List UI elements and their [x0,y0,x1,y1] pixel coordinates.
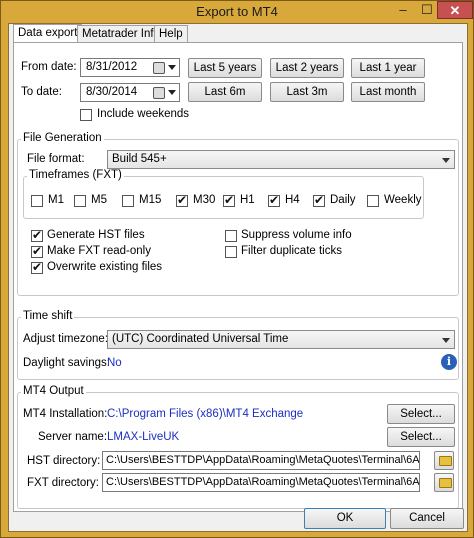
timeframe-h4-checkbox[interactable] [268,193,280,207]
last-month-button[interactable]: Last month [351,82,425,102]
daylight-savings-value[interactable]: No [107,357,122,369]
timeframe-m1-checkbox[interactable] [31,195,43,207]
last-6m-button[interactable]: Last 6m [188,82,262,102]
overwrite-existing-checkbox[interactable] [31,260,43,274]
maximize-button[interactable]: ☐ [415,1,439,19]
timeframe-weekly-checkbox[interactable] [367,195,379,207]
timeframes-legend: Timeframes (FXT) [27,169,124,181]
timeframe-m15-checkbox[interactable] [122,195,134,207]
file-format-label: File format: [27,153,85,165]
timezone-select[interactable]: (UTC) Coordinated Universal Time [107,330,455,349]
mt4-output-legend: MT4 Output [21,385,86,397]
export-window: Export to MT4 – ☐ ✕ Data export Metatrad… [0,0,474,538]
hst-directory-value: C:\Users\BESTTDP\AppData\Roaming\MetaQuo… [106,454,420,466]
from-date-label: From date: [21,61,77,73]
calendar-icon [153,62,165,74]
suppress-volume-label: Suppress volume info [241,229,352,241]
file-format-select[interactable]: Build 545+ [107,150,455,169]
time-shift-legend: Time shift [21,310,75,322]
timeframe-m30-checkbox[interactable] [176,193,188,207]
calendar-icon [153,87,165,99]
timeframe-h1-checkbox[interactable] [223,193,235,207]
data-export-panel: From date: 8/31/2012 To date: 8/30/2014 … [13,42,463,512]
tab-help[interactable]: Help [154,25,188,43]
chevron-down-icon [442,158,450,163]
generate-hst-label: Generate HST files [47,229,145,241]
last-5-years-button[interactable]: Last 5 years [188,58,262,78]
from-date-picker[interactable]: 8/31/2012 [80,58,180,77]
select-installation-button[interactable]: Select... [387,404,455,424]
make-fxt-read-only-checkbox[interactable] [31,244,43,258]
overwrite-existing-label: Overwrite existing files [47,261,163,273]
close-button[interactable]: ✕ [437,1,473,19]
to-date-picker[interactable]: 8/30/2014 [80,83,180,102]
filter-duplicate-ticks-checkbox[interactable] [225,246,237,258]
timeframe-h4-label: H4 [285,194,300,206]
server-name-label: Server name: [38,431,108,443]
tab-metatrader-info[interactable]: Metatrader Info [77,25,165,43]
browse-hst-button[interactable] [434,451,454,470]
mt4-installation-value: C:\Program Files (x86)\MT4 Exchange [107,408,304,420]
fxt-directory-field[interactable]: C:\Users\BESTTDP\AppData\Roaming\MetaQuo… [102,473,420,492]
timeframe-daily-checkbox[interactable] [313,193,325,207]
last-2-years-button[interactable]: Last 2 years [270,58,344,78]
filter-duplicate-ticks-label: Filter duplicate ticks [241,245,342,257]
server-name-value: LMAX-LiveUK [107,431,180,443]
timezone-value: (UTC) Coordinated Universal Time [112,333,289,345]
ok-button[interactable]: OK [304,508,386,529]
hst-directory-field[interactable]: C:\Users\BESTTDP\AppData\Roaming\MetaQuo… [102,451,420,470]
file-format-value: Build 545+ [112,153,167,165]
fxt-directory-value: C:\Users\BESTTDP\AppData\Roaming\MetaQuo… [106,476,420,488]
daylight-savings-label: Daylight savings: [23,357,110,369]
chevron-down-icon [168,65,176,70]
chevron-down-icon [442,338,450,343]
browse-fxt-button[interactable] [434,473,454,492]
folder-icon [439,456,452,466]
make-fxt-read-only-label: Make FXT read-only [47,245,151,257]
dialog-body: Data export Metatrader Info Help From da… [8,23,468,532]
mt4-installation-label: MT4 Installation: [23,408,108,420]
include-weekends-label: Include weekends [97,108,190,120]
to-date-label: To date: [21,86,62,98]
include-weekends-checkbox[interactable] [80,109,92,121]
last-3m-button[interactable]: Last 3m [270,82,344,102]
timeframe-m5-label: M5 [91,194,107,206]
hst-directory-label: HST directory: [27,455,101,467]
timeframe-weekly-label: Weekly [384,194,422,206]
tab-data-export[interactable]: Data export [13,24,83,44]
fxt-directory-label: FXT directory: [27,477,99,489]
timeframe-m30-label: M30 [193,194,216,206]
timeframe-m5-checkbox[interactable] [74,195,86,207]
select-server-button[interactable]: Select... [387,427,455,447]
timeframe-m1-label: M1 [48,194,64,206]
last-1-year-button[interactable]: Last 1 year [351,58,425,78]
generate-hst-checkbox[interactable] [31,228,43,242]
title-bar[interactable]: Export to MT4 – ☐ ✕ [1,1,473,23]
folder-icon [439,478,452,488]
info-icon[interactable]: i [441,354,457,370]
file-generation-legend: File Generation [21,132,104,144]
cancel-button[interactable]: Cancel [390,508,464,529]
from-date-value: 8/31/2012 [86,61,138,73]
minimize-button[interactable]: – [391,1,415,19]
to-date-value: 8/30/2014 [86,86,138,98]
chevron-down-icon [168,90,176,95]
suppress-volume-checkbox[interactable] [225,230,237,242]
timeframe-h1-label: H1 [240,194,255,206]
timeframe-daily-label: Daily [330,194,356,206]
timezone-label: Adjust timezone: [23,333,109,345]
timeframe-m15-label: M15 [139,194,162,206]
